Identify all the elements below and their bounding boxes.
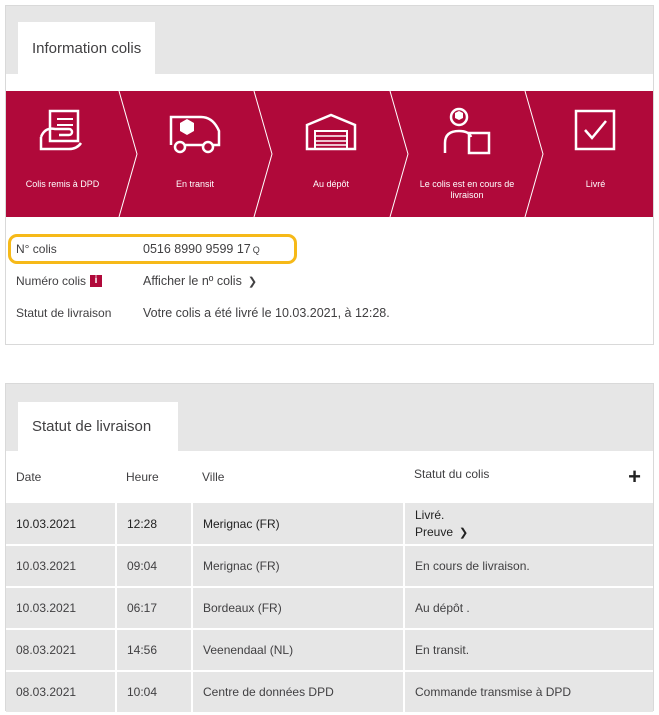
- parcel-number-value[interactable]: 0516 8990 9599 17 Q: [143, 242, 260, 256]
- courier-icon: [443, 107, 491, 155]
- cell-city: Merignac (FR): [191, 503, 404, 546]
- info-tab-bar: Information colis: [6, 6, 653, 74]
- step-label: En transit: [175, 179, 215, 189]
- cell-time: 06:17: [115, 587, 192, 630]
- cell-status: En transit.: [403, 629, 653, 672]
- cell-status: Livré. Preuve ❯: [403, 503, 653, 546]
- handover-icon: [39, 109, 82, 151]
- step-label: Colis remis à DPD: [25, 179, 100, 189]
- delivery-steps-band: Colis remis à DPD En transit Au dépôt Le…: [6, 91, 653, 217]
- parcel-number-row: N° colis 0516 8990 9599 17 Q: [16, 237, 260, 261]
- show-parcel-number-text: Afficher le nº colis: [143, 274, 242, 288]
- van-icon: [169, 115, 221, 154]
- proof-link-text: Preuve: [415, 525, 454, 539]
- step-label: Le colis est en cours de livraison: [419, 179, 515, 200]
- status-card: Statut de livraison Date Heure Ville Sta…: [5, 383, 654, 714]
- table-row: 08.03.2021 10:04 Centre de données DPD C…: [6, 671, 653, 714]
- tab-statut-livraison[interactable]: Statut de livraison: [18, 402, 178, 451]
- cell-time: 10:04: [115, 671, 192, 714]
- checkbox-icon: [574, 109, 615, 151]
- cell-date: 08.03.2021: [6, 671, 116, 714]
- header-heure: Heure: [116, 451, 192, 503]
- depot-icon: [305, 113, 357, 151]
- delivery-status-row: Statut de livraison Votre colis a été li…: [16, 301, 390, 325]
- numero-colis-label-wrap: Numéro colis i: [16, 274, 143, 288]
- cell-date: 08.03.2021: [6, 629, 116, 672]
- step-livre: Livré: [538, 91, 653, 217]
- cell-status: En cours de livraison.: [403, 545, 653, 588]
- tab-information-colis[interactable]: Information colis: [18, 22, 156, 74]
- cell-date: 10.03.2021: [6, 545, 116, 588]
- header-date: Date: [6, 451, 116, 503]
- cell-status: Commande transmise à DPD: [403, 671, 653, 714]
- header-statut-label: Statut du colis: [414, 467, 490, 481]
- cell-time: 14:56: [115, 629, 192, 672]
- step-en-transit: En transit: [131, 91, 259, 217]
- expand-plus-icon[interactable]: +: [628, 466, 641, 488]
- cell-time: 12:28: [115, 503, 192, 546]
- table-header: Date Heure Ville Statut du colis +: [6, 451, 653, 503]
- cell-date: 10.03.2021: [6, 587, 116, 630]
- delivery-status-label: Statut de livraison: [16, 306, 112, 320]
- table-row: 10.03.2021 06:17 Bordeaux (FR) Au dépôt …: [6, 587, 653, 630]
- cell-city: Centre de données DPD: [191, 671, 404, 714]
- step-label: Livré: [585, 179, 606, 189]
- delivery-status-value: Votre colis a été livré le 10.03.2021, à…: [143, 306, 390, 320]
- parcel-number-text: 0516 8990 9599 17: [143, 242, 251, 256]
- status-table: Date Heure Ville Statut du colis + 10.03…: [6, 451, 653, 714]
- parcel-number-label: N° colis: [16, 242, 57, 256]
- cell-city: Bordeaux (FR): [191, 587, 404, 630]
- cell-city: Veenendaal (NL): [191, 629, 404, 672]
- header-ville: Ville: [192, 451, 404, 503]
- chevron-right-icon: ❯: [459, 527, 469, 539]
- show-parcel-number-link[interactable]: Afficher le nº colis ❯: [143, 274, 257, 288]
- step-au-depot: Au dépôt: [267, 91, 395, 217]
- cell-status: Au dépôt .: [403, 587, 653, 630]
- table-row: 08.03.2021 14:56 Veenendaal (NL) En tran…: [6, 629, 653, 672]
- parcel-number-suffix: Q: [252, 245, 260, 255]
- table-row: 10.03.2021 12:28 Merignac (FR) Livré. Pr…: [6, 503, 653, 546]
- chevron-right-icon: ❯: [247, 276, 258, 288]
- step-label: Au dépôt: [312, 179, 350, 189]
- info-icon[interactable]: i: [90, 275, 103, 287]
- information-card: Information colis Colis remis à DPD En t…: [5, 5, 654, 345]
- numero-colis-row: Numéro colis i Afficher le nº colis ❯: [16, 269, 257, 293]
- status-text: Livré.: [415, 508, 445, 522]
- table-row: 10.03.2021 09:04 Merignac (FR) En cours …: [6, 545, 653, 588]
- status-tab-bar: Statut de livraison: [6, 384, 653, 451]
- cell-time: 09:04: [115, 545, 192, 588]
- step-colis-remis: Colis remis à DPD: [6, 91, 119, 217]
- cell-city: Merignac (FR): [191, 545, 404, 588]
- step-en-cours-livraison: Le colis est en cours de livraison: [403, 91, 531, 217]
- header-statut: Statut du colis +: [404, 451, 653, 503]
- cell-date: 10.03.2021: [6, 503, 116, 546]
- proof-link[interactable]: Preuve ❯: [415, 525, 653, 539]
- numero-colis-label: Numéro colis: [16, 274, 87, 288]
